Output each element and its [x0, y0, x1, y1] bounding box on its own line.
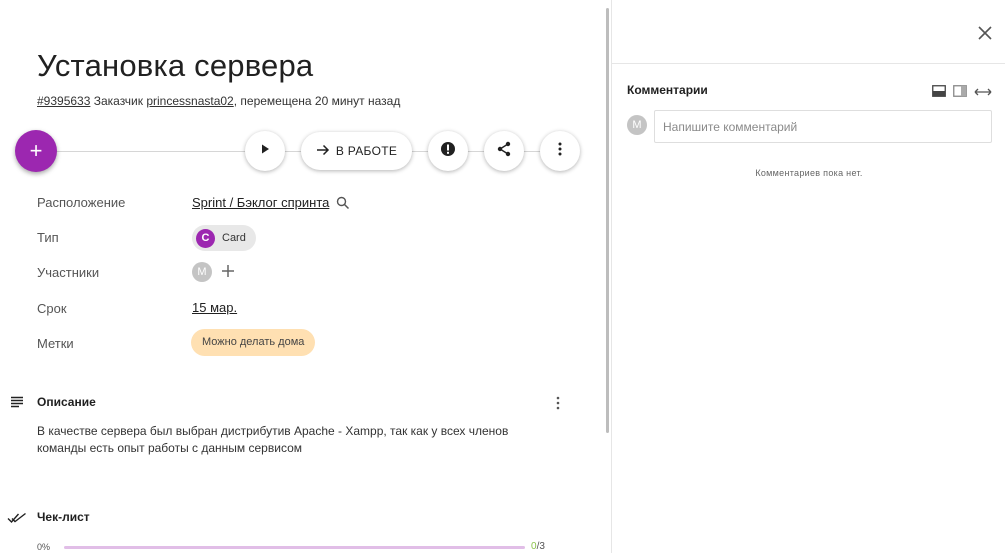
type-avatar: C: [196, 228, 215, 248]
description-menu-button[interactable]: [556, 396, 560, 415]
layout-switcher: [932, 84, 992, 102]
priority-button[interactable]: [428, 131, 468, 171]
tags-label: Метки: [37, 336, 74, 351]
more-vert-icon: [556, 396, 560, 414]
task-title[interactable]: Установка сервера: [37, 48, 313, 84]
comment-input[interactable]: [654, 110, 992, 143]
checklist-percent: 0%: [37, 542, 51, 552]
type-chip[interactable]: C Card: [192, 225, 256, 251]
arrow-right-icon: [316, 144, 330, 159]
panel-header-divider: [612, 63, 1005, 64]
due-label: Срок: [37, 301, 67, 316]
checklist-progress-bar: [64, 546, 525, 549]
comments-heading: Комментарии: [627, 83, 708, 97]
search-icon[interactable]: [336, 196, 350, 215]
expand-horizontal-icon[interactable]: [974, 84, 992, 102]
play-icon: [259, 142, 271, 160]
card-detail-panel: Установка сервера #9395633 Заказчик prin…: [0, 0, 606, 553]
add-button[interactable]: +: [15, 130, 57, 172]
task-id-link[interactable]: #9395633: [37, 94, 90, 108]
checklist-heading: Чек-лист: [37, 510, 90, 524]
members-label: Участники: [37, 265, 100, 280]
customer-link[interactable]: princessnasta02: [146, 94, 233, 108]
type-label: Тип: [37, 230, 59, 245]
description-heading: Описание: [37, 395, 96, 409]
location-link[interactable]: Sprint / Бэклог спринта: [192, 195, 329, 210]
customer-label: Заказчик: [90, 94, 147, 108]
no-comments-text: Комментариев пока нет.: [755, 168, 863, 178]
start-timer-button[interactable]: [245, 131, 285, 171]
more-actions-button[interactable]: [540, 131, 580, 171]
location-label: Расположение: [37, 195, 126, 210]
panel-side-icon[interactable]: [953, 84, 967, 102]
add-member-icon[interactable]: [221, 264, 235, 283]
close-icon: [978, 25, 992, 45]
commenter-avatar: M: [627, 115, 647, 135]
comments-panel: Комментарии M Комментариев пока нет.: [611, 0, 1005, 553]
description-text[interactable]: В качестве сервера был выбран дистрибути…: [37, 423, 547, 457]
moved-text: , перемещена 20 минут назад: [233, 94, 401, 108]
member-avatar[interactable]: M: [192, 262, 212, 282]
share-icon: [496, 141, 512, 162]
due-date-link[interactable]: 15 мар.: [192, 300, 237, 315]
tag-chip[interactable]: Можно делать дома: [191, 329, 316, 356]
alert-icon: [440, 141, 456, 162]
status-button[interactable]: В РАБОТЕ: [301, 132, 412, 170]
close-button[interactable]: [974, 24, 996, 46]
type-value: Card: [222, 232, 246, 244]
checklist-count: 0/3: [531, 541, 545, 552]
more-vert-icon: [558, 142, 562, 161]
status-label: В РАБОТЕ: [335, 144, 398, 158]
checklist-total: /3: [536, 541, 545, 552]
task-meta: #9395633 Заказчик princessnasta02, перем…: [37, 94, 400, 108]
done-all-icon: [7, 511, 27, 529]
share-button[interactable]: [484, 131, 524, 171]
panel-bottom-icon[interactable]: [932, 84, 946, 102]
panel-resize-handle[interactable]: [606, 8, 609, 433]
subject-icon: [10, 395, 24, 413]
